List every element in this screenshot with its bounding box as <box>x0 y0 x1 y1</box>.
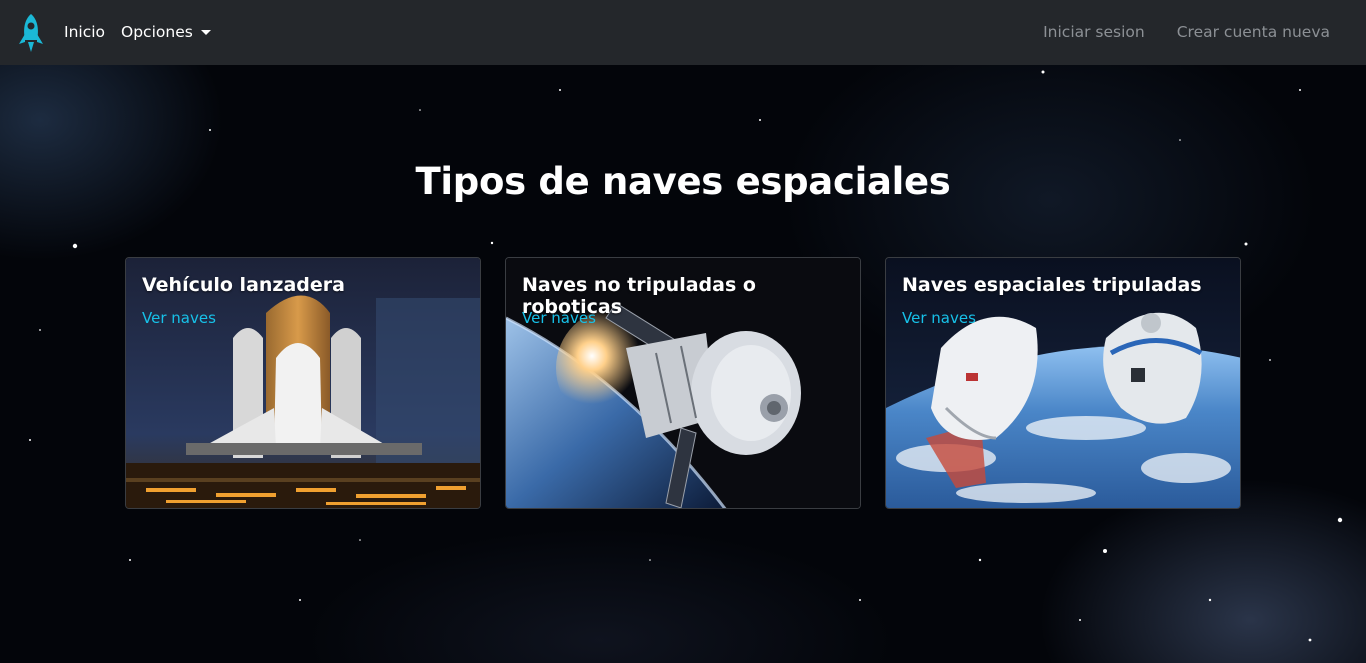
page-title: Tipos de naves espaciales <box>415 160 951 203</box>
signup-link[interactable]: Crear cuenta nueva <box>1169 0 1338 65</box>
nav-home-link[interactable]: Inicio <box>56 0 113 65</box>
rocket-icon[interactable] <box>16 12 46 54</box>
card-title: Naves espaciales tripuladas <box>902 274 1202 296</box>
options-dropdown-label[interactable]: Opciones <box>113 0 193 65</box>
view-ships-link[interactable]: Ver naves <box>142 309 216 327</box>
card-robotic-ships: Naves no tripuladas o roboticas Ver nave… <box>505 257 861 509</box>
card-launch-vehicle: Vehículo lanzadera Ver naves <box>125 257 481 509</box>
view-ships-link[interactable]: Ver naves <box>902 309 976 327</box>
options-dropdown[interactable]: Opciones <box>113 0 211 65</box>
card-manned-ships: Naves espaciales tripuladas Ver naves <box>885 257 1241 509</box>
top-navbar: Inicio Opciones Iniciar sesion Crear cue… <box>0 0 1366 65</box>
card-title: Vehículo lanzadera <box>142 274 345 296</box>
auth-links: Iniciar sesion Crear cuenta nueva <box>1035 0 1338 65</box>
view-ships-link[interactable]: Ver naves <box>522 309 596 327</box>
chevron-down-icon <box>200 30 211 35</box>
login-link[interactable]: Iniciar sesion <box>1035 0 1153 65</box>
